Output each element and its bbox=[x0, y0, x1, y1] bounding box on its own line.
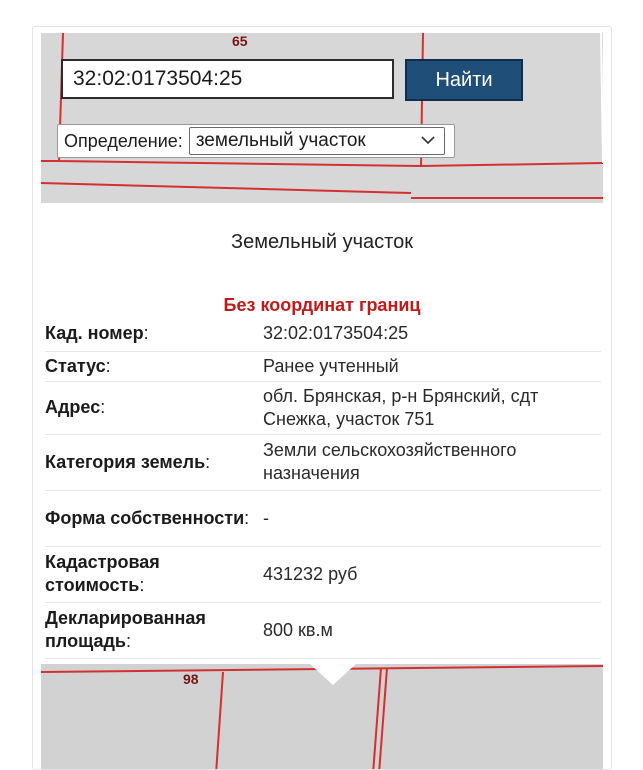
table-row: Кадастровая стоимость: 431232 руб bbox=[45, 546, 601, 603]
parcel-properties-table: Кад. номер: 32:02:0173504:25 Статус: Ран… bbox=[45, 317, 601, 659]
plot-number-bottom: 98 bbox=[183, 671, 199, 687]
definition-row: Определение: земельный участок bbox=[57, 124, 455, 158]
property-value: - bbox=[263, 490, 601, 547]
no-boundary-warning: Без координат границ bbox=[223, 295, 421, 315]
property-value: 800 кв.м bbox=[263, 602, 601, 659]
parcel-info-popup: Земельный участок Без координат границ К… bbox=[41, 203, 603, 664]
table-row: Декларированная площадь: 800 кв.м bbox=[45, 602, 601, 659]
popup-title: Земельный участок bbox=[230, 231, 413, 253]
property-key: Адрес: bbox=[45, 381, 263, 435]
property-value: 32:02:0173504:25 bbox=[263, 317, 601, 352]
find-button[interactable]: Найти bbox=[405, 59, 523, 101]
property-value: обл. Брянская, р-н Брянский, сдт Снежка,… bbox=[263, 381, 601, 435]
property-key: Категория земель: bbox=[45, 434, 263, 491]
property-key: Декларированная площадь: bbox=[45, 602, 263, 659]
definition-selected-value: земельный участок bbox=[195, 130, 366, 151]
cadastral-number-input[interactable] bbox=[61, 59, 394, 99]
table-row: Статус: Ранее учтенный bbox=[45, 351, 601, 382]
table-row: Кад. номер: 32:02:0173504:25 bbox=[45, 317, 601, 352]
property-value: 431232 руб bbox=[263, 546, 601, 603]
property-key: Форма собственности: bbox=[45, 490, 263, 547]
property-key: Кад. номер: bbox=[45, 317, 263, 352]
table-row: Форма собственности: - bbox=[45, 490, 601, 547]
definition-label: Определение: bbox=[64, 130, 183, 151]
definition-select[interactable]: земельный участок bbox=[188, 127, 445, 155]
table-row: Адрес: обл. Брянская, р-н Брянский, сдт … bbox=[45, 381, 601, 435]
property-key: Кадастровая стоимость: bbox=[45, 546, 263, 603]
popup-pointer bbox=[309, 663, 357, 685]
property-value: Земли сельскохозяйственного назначения bbox=[263, 434, 601, 491]
property-value: Ранее учтенный bbox=[263, 351, 601, 382]
map-frame: 65 Найти Определение: земельный участок … bbox=[32, 26, 612, 770]
property-key: Статус: bbox=[45, 351, 263, 382]
chevron-down-icon bbox=[421, 136, 435, 145]
table-row: Категория земель: Земли сельскохозяйстве… bbox=[45, 434, 601, 491]
plot-number-top: 65 bbox=[232, 33, 248, 49]
